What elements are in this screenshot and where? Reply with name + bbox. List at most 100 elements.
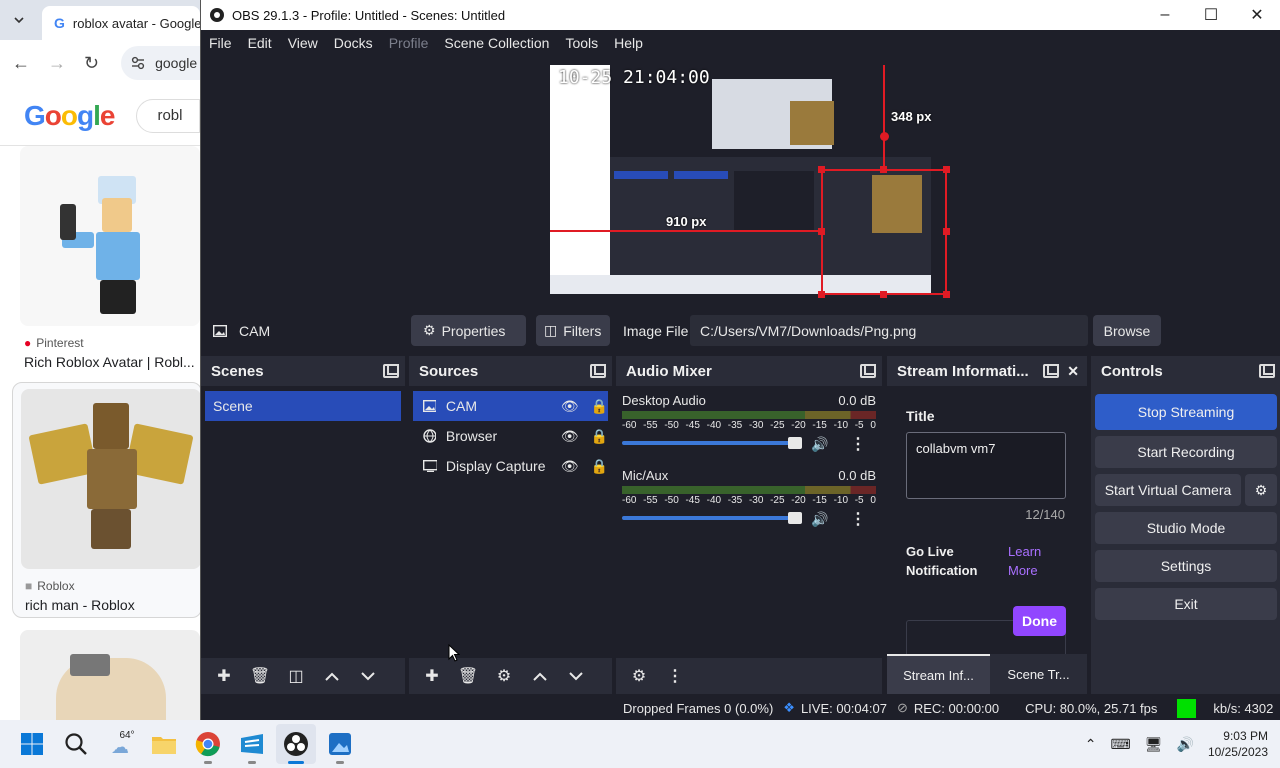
- stop-streaming-button[interactable]: Stop Streaming: [1095, 394, 1277, 430]
- network-icon[interactable]: 🖥: [1145, 736, 1163, 753]
- resize-handle-tl[interactable]: [818, 166, 825, 173]
- exit-button[interactable]: Exit: [1095, 588, 1277, 620]
- photos-taskbar-button[interactable]: [320, 724, 360, 764]
- move-source-up-button[interactable]: [525, 662, 555, 690]
- eye-icon[interactable]: 👁: [561, 428, 579, 445]
- slider-knob[interactable]: [788, 512, 802, 524]
- stop-streaming-label: Stop Streaming: [1137, 404, 1235, 420]
- menu-tools[interactable]: Tools: [557, 30, 606, 56]
- reload-icon[interactable]: ↻: [84, 53, 99, 74]
- studio-mode-button[interactable]: Studio Mode: [1095, 512, 1277, 544]
- speaker-icon[interactable]: 🔊: [811, 511, 828, 528]
- chevron-up-icon[interactable]: ⌃: [1085, 736, 1097, 753]
- move-scene-down-button[interactable]: [353, 662, 383, 690]
- source-item-browser[interactable]: Browser 👁 🔒: [413, 421, 608, 451]
- undock-icon[interactable]: [860, 364, 876, 378]
- source-selection-box[interactable]: [821, 169, 947, 295]
- eye-icon[interactable]: 👁: [561, 458, 579, 475]
- keyboard-icon[interactable]: ⌨: [1111, 736, 1131, 753]
- resize-handle-l[interactable]: [818, 228, 825, 235]
- resize-handle-t[interactable]: [880, 166, 887, 173]
- more-options-icon[interactable]: ⋮: [850, 509, 866, 529]
- remove-source-button[interactable]: 🗑: [453, 662, 483, 690]
- menu-view[interactable]: View: [280, 30, 326, 56]
- menu-docks[interactable]: Docks: [326, 30, 381, 56]
- menu-profile[interactable]: Profile: [381, 30, 437, 56]
- resize-handle-b[interactable]: [880, 291, 887, 298]
- advanced-audio-button[interactable]: ⚙: [624, 662, 654, 690]
- source-item-cam[interactable]: CAM 👁 🔒: [413, 391, 608, 421]
- sources-dock-title: Sources: [419, 362, 479, 380]
- learn-more-link[interactable]: Learn More: [1008, 542, 1054, 580]
- forward-icon[interactable]: →: [48, 53, 66, 74]
- app-taskbar-button[interactable]: [232, 724, 272, 764]
- remove-scene-button[interactable]: 🗑: [245, 662, 275, 690]
- undock-icon[interactable]: [383, 364, 399, 378]
- chrome-taskbar-button[interactable]: [188, 724, 228, 764]
- image-result-3[interactable]: [12, 630, 200, 720]
- image-file-label: Image File: [623, 322, 689, 339]
- move-source-down-button[interactable]: [561, 662, 591, 690]
- move-scene-up-button[interactable]: [317, 662, 347, 690]
- chrome-tab[interactable]: G roblox avatar - Google S: [42, 6, 200, 40]
- settings-button[interactable]: Settings: [1095, 550, 1277, 582]
- minimize-button[interactable]: –: [1142, 0, 1188, 30]
- volume-slider[interactable]: [622, 510, 802, 526]
- tab-search-button[interactable]: [6, 7, 32, 33]
- scene-item[interactable]: Scene: [205, 391, 401, 421]
- tab-scene-transitions[interactable]: Scene Tr...: [990, 654, 1087, 694]
- filters-button[interactable]: ◫ Filters: [536, 315, 610, 346]
- undock-icon[interactable]: [1043, 364, 1060, 378]
- preview-canvas[interactable]: 10-25 21:04:00 910 px 348 px: [201, 56, 1280, 312]
- clock[interactable]: 9:03 PM 10/25/2023: [1208, 728, 1268, 760]
- file-explorer-button[interactable]: [144, 724, 184, 764]
- lock-icon[interactable]: 🔒: [591, 428, 608, 445]
- undock-icon[interactable]: [590, 364, 606, 378]
- lock-icon[interactable]: 🔒: [591, 398, 608, 415]
- address-bar[interactable]: google: [121, 46, 200, 80]
- start-recording-button[interactable]: Start Recording: [1095, 436, 1277, 468]
- tab-stream-info[interactable]: Stream Inf...: [887, 654, 990, 694]
- search-button[interactable]: [56, 724, 96, 764]
- resize-handle-br[interactable]: [943, 291, 950, 298]
- scene-filters-button[interactable]: ◫: [281, 662, 311, 690]
- audio-menu-button[interactable]: ⋮: [660, 662, 690, 690]
- done-button[interactable]: Done: [1013, 606, 1066, 636]
- properties-button[interactable]: ⚙ Properties: [411, 315, 526, 346]
- source-item-display-capture[interactable]: Display Capture 👁 🔒: [413, 451, 608, 481]
- add-source-button[interactable]: ✚: [417, 662, 447, 690]
- more-options-icon[interactable]: ⋮: [850, 434, 866, 454]
- start-virtual-camera-button[interactable]: Start Virtual Camera: [1095, 474, 1241, 506]
- chevron-down-icon: [361, 671, 375, 680]
- image-result-1[interactable]: ● Pinterest Rich Roblox Avatar | Robl...: [12, 146, 200, 376]
- slider-knob[interactable]: [788, 437, 802, 449]
- menu-edit[interactable]: Edit: [240, 30, 280, 56]
- menu-file[interactable]: File: [201, 30, 240, 56]
- maximize-button[interactable]: ☐: [1188, 0, 1234, 30]
- resize-handle-r[interactable]: [943, 228, 950, 235]
- start-button[interactable]: [12, 724, 52, 764]
- menu-scene-collection[interactable]: Scene Collection: [436, 30, 557, 56]
- menu-help[interactable]: Help: [606, 30, 651, 56]
- source-properties-button[interactable]: ⚙: [489, 662, 519, 690]
- close-icon[interactable]: ✕: [1067, 363, 1079, 380]
- image-file-path-field[interactable]: C:/Users/VM7/Downloads/Png.png: [690, 315, 1088, 346]
- resize-handle-bl[interactable]: [818, 291, 825, 298]
- browse-button[interactable]: Browse: [1093, 315, 1161, 346]
- lock-icon[interactable]: 🔒: [591, 458, 608, 475]
- weather-widget[interactable]: 64° ☁: [100, 724, 140, 764]
- speaker-icon[interactable]: 🔊: [811, 436, 828, 453]
- back-icon[interactable]: ←: [12, 53, 30, 74]
- add-scene-button[interactable]: ✚: [209, 662, 239, 690]
- undock-icon[interactable]: [1259, 364, 1275, 378]
- stream-title-input[interactable]: collabvm vm7: [906, 432, 1066, 499]
- close-button[interactable]: ✕: [1234, 0, 1280, 30]
- virtual-camera-settings-button[interactable]: ⚙: [1245, 474, 1277, 506]
- volume-slider[interactable]: [622, 435, 802, 451]
- obs-taskbar-button[interactable]: [276, 724, 316, 764]
- resize-handle-tr[interactable]: [943, 166, 950, 173]
- image-result-2[interactable]: ■ Roblox rich man - Roblox: [12, 382, 200, 618]
- eye-icon[interactable]: 👁: [561, 398, 579, 415]
- google-search-input[interactable]: robl: [136, 98, 200, 133]
- volume-icon[interactable]: 🔊: [1177, 736, 1194, 753]
